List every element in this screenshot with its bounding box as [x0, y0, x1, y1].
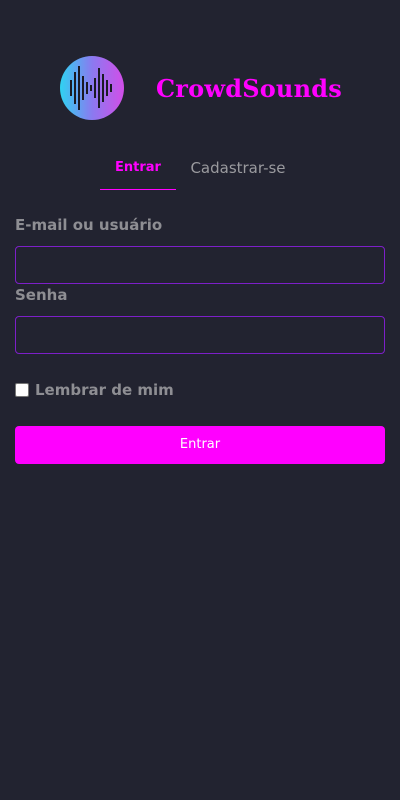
remember-me: Lembrar de mim: [15, 380, 174, 400]
remember-checkbox[interactable]: [15, 383, 29, 397]
brand-title: CrowdSounds: [156, 74, 342, 103]
remember-label[interactable]: Lembrar de mim: [35, 381, 174, 399]
login-button[interactable]: Entrar: [15, 426, 385, 464]
header: CrowdSounds: [0, 56, 400, 120]
password-label: Senha: [15, 286, 68, 304]
logo: [60, 56, 124, 120]
email-label: E-mail ou usuário: [15, 216, 163, 234]
soundwave-icon: [70, 66, 112, 110]
password-input[interactable]: [15, 316, 385, 354]
tab-entrar[interactable]: Entrar: [100, 150, 176, 190]
tab-cadastrar[interactable]: Cadastrar-se: [184, 150, 292, 190]
email-input[interactable]: [15, 246, 385, 284]
auth-tabs: Entrar Cadastrar-se: [0, 150, 400, 190]
